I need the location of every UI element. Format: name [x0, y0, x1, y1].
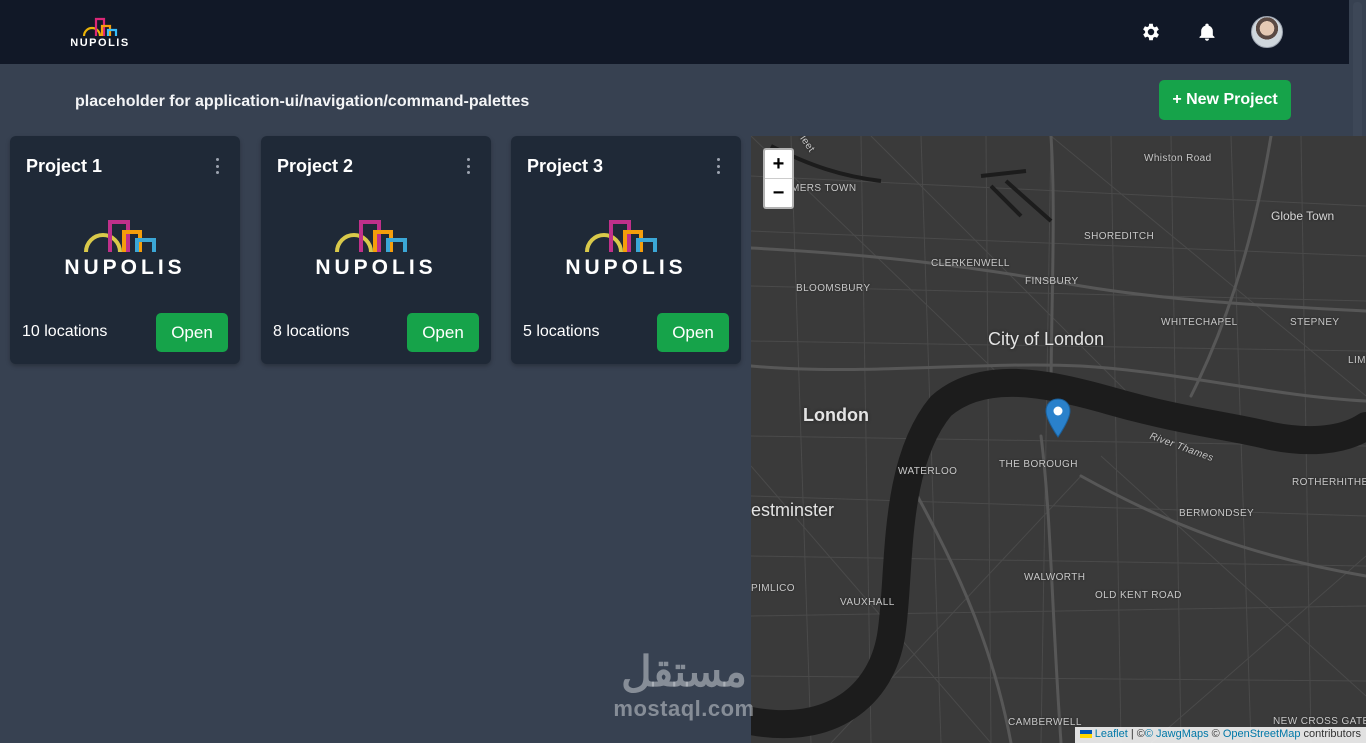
logo-mark-icon [585, 220, 657, 253]
map-marker-icon[interactable] [1045, 398, 1071, 438]
map-label: STEPNEY [1290, 317, 1340, 328]
map-label: THE BOROUGH [999, 459, 1078, 470]
new-project-button[interactable]: + New Project [1159, 80, 1291, 120]
zoom-control: + − [763, 148, 794, 209]
zoom-out-button[interactable]: − [765, 179, 792, 207]
watermark-arabic: مستقل [621, 648, 747, 695]
open-project-button[interactable]: Open [407, 313, 479, 352]
map-label: SHOREDITCH [1084, 231, 1155, 242]
map-label: Globe Town [1271, 209, 1335, 223]
more-options-icon[interactable] [715, 158, 721, 174]
project-logo: NUPOLIS [313, 218, 439, 284]
project-card: Project 1 NUPOLIS 10 locations Open [10, 136, 240, 364]
jawg-link[interactable]: © JawgMaps [1145, 728, 1209, 740]
osm-link[interactable]: OpenStreetMap [1223, 728, 1301, 740]
map-label: London [803, 405, 869, 425]
map-label: CLERKENWELL [931, 258, 1010, 269]
logo-wordmark: NUPOLIS [315, 256, 437, 279]
bell-icon[interactable] [1193, 18, 1221, 46]
map-tiles [751, 136, 1366, 743]
jawg-text: © Jawg [1144, 728, 1182, 740]
logo-mark-icon [335, 220, 407, 253]
map-label: NEW CROSS GATE [1273, 716, 1366, 727]
logo-wordmark: NUPOLIS [565, 256, 687, 279]
map-label: FINSBURY [1025, 276, 1079, 287]
project-title: Project 2 [277, 156, 354, 176]
jawg-maps-text: Maps [1181, 728, 1209, 740]
project-title: Project 3 [527, 156, 604, 176]
project-logo: NUPOLIS [62, 218, 188, 284]
attribution-contributors: contributors [1300, 728, 1361, 740]
project-card: Project 3 NUPOLIS 5 locations Open [511, 136, 741, 364]
map-label: WALWORTH [1024, 572, 1086, 583]
map-label: LIM [1348, 355, 1366, 366]
map-label: CAMBERWELL [1008, 717, 1082, 728]
map-attribution: Leaflet | ©© JawgMaps © OpenStreetMap co… [1074, 727, 1366, 743]
project-logo: NUPOLIS [563, 218, 689, 284]
map-view[interactable]: Fleet MERS TOWN Whiston Road Globe Town … [751, 136, 1366, 743]
map-label: VAUXHALL [840, 597, 895, 608]
more-options-icon[interactable] [214, 158, 220, 174]
ukraine-flag-icon [1079, 730, 1092, 739]
logo-mark-icon [84, 220, 156, 253]
leaflet-link[interactable]: Leaflet [1095, 728, 1128, 740]
locations-count: 8 locations [273, 323, 350, 340]
zoom-in-button[interactable]: + [765, 150, 792, 179]
more-options-icon[interactable] [465, 158, 471, 174]
map-label: MERS TOWN [791, 183, 857, 194]
logo-mark-icon [82, 17, 118, 37]
map-label: Whiston Road [1144, 153, 1212, 164]
command-palette-placeholder: placeholder for application-ui/navigatio… [75, 93, 530, 110]
map-label: WHITECHAPEL [1161, 317, 1238, 328]
attribution-separator: © [1208, 728, 1223, 740]
map-label: BERMONDSEY [1179, 508, 1255, 519]
open-project-button[interactable]: Open [156, 313, 228, 352]
map-label: ROTHERHITHE [1292, 477, 1366, 488]
open-project-button[interactable]: Open [657, 313, 729, 352]
project-card: Project 2 NUPOLIS 8 locations Open [261, 136, 491, 364]
gear-icon[interactable] [1137, 18, 1165, 46]
top-navbar: NUPOLIS [0, 0, 1349, 64]
user-avatar[interactable] [1251, 16, 1283, 48]
map-label: PIMLICO [751, 583, 795, 594]
map-label: City of London [988, 329, 1105, 349]
attribution-separator: | © [1127, 728, 1145, 740]
watermark-latin: mostaql.com [613, 696, 755, 721]
logo-wordmark: NUPOLIS [70, 37, 130, 49]
mostaql-watermark: مستقل mostaql.com [600, 648, 768, 722]
locations-count: 5 locations [523, 323, 600, 340]
app-logo[interactable]: NUPOLIS [68, 16, 132, 49]
map-label: OLD KENT ROAD [1095, 590, 1182, 601]
locations-count: 10 locations [22, 323, 108, 340]
project-title: Project 1 [26, 156, 103, 176]
map-label: estminster [751, 500, 835, 520]
map-label: WATERLOO [898, 466, 958, 477]
map-label: BLOOMSBURY [796, 283, 871, 294]
logo-wordmark: NUPOLIS [64, 256, 186, 279]
